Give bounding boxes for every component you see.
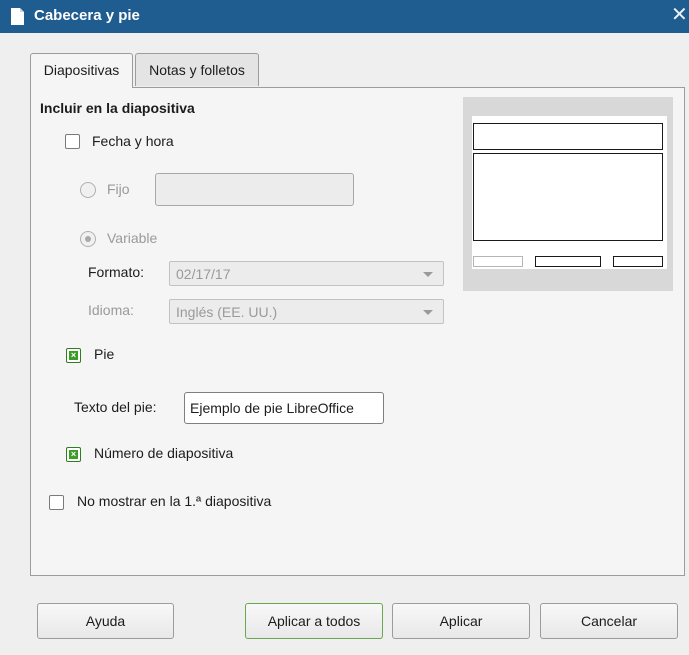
tab-notas-y-folletos[interactable]: Notas y folletos xyxy=(135,53,259,86)
format-value: 02/17/17 xyxy=(176,266,231,282)
close-icon[interactable]: ✕ xyxy=(671,4,688,26)
cancel-button[interactable]: Cancelar xyxy=(540,603,678,639)
tab-diapositivas[interactable]: Diapositivas xyxy=(30,53,133,88)
date-time-label: Fecha y hora xyxy=(92,133,174,149)
footer-text-label: Texto del pie: xyxy=(74,399,157,415)
language-label: Idioma: xyxy=(88,302,134,318)
variable-radio[interactable] xyxy=(80,231,96,247)
window-title: Cabecera y pie xyxy=(34,7,140,24)
slide-number-label: Número de diapositiva xyxy=(94,445,234,461)
language-select[interactable]: Inglés (EE. UU.) xyxy=(169,299,444,324)
chevron-down-icon xyxy=(423,272,433,277)
fixed-label: Fijo xyxy=(107,181,130,197)
preview-footer-area xyxy=(535,256,601,267)
format-label: Formato: xyxy=(88,264,145,280)
preview-slide xyxy=(472,116,667,269)
title-bar: Cabecera y pie ✕ xyxy=(0,0,689,33)
slide-preview xyxy=(463,97,673,291)
footer-text-input[interactable]: Ejemplo de pie LibreOffice xyxy=(184,392,384,424)
variable-label: Variable xyxy=(107,230,158,246)
fixed-radio[interactable] xyxy=(80,182,96,198)
preview-number-area xyxy=(613,256,663,267)
footer-checkbox[interactable]: × xyxy=(66,348,81,363)
fixed-date-input[interactable] xyxy=(155,173,354,206)
preview-title-area xyxy=(473,123,663,150)
format-select[interactable]: 02/17/17 xyxy=(169,261,444,286)
preview-content-area xyxy=(473,153,663,241)
slide-number-checkbox[interactable]: × xyxy=(66,447,81,462)
chevron-down-icon xyxy=(423,310,433,315)
apply-button[interactable]: Aplicar xyxy=(392,603,530,639)
date-time-checkbox[interactable] xyxy=(65,134,80,149)
hide-first-slide-checkbox[interactable] xyxy=(49,495,64,510)
hide-first-slide-label: No mostrar en la 1.ª diapositiva xyxy=(77,493,272,509)
checkmark-icon: × xyxy=(69,449,78,459)
apply-all-button[interactable]: Aplicar a todos xyxy=(245,603,383,639)
footer-label: Pie xyxy=(94,346,115,362)
radio-selected-dot xyxy=(85,236,91,242)
document-icon xyxy=(11,8,24,25)
checkmark-icon: × xyxy=(69,350,78,360)
section-heading: Incluir en la diapositiva xyxy=(40,100,195,116)
help-button[interactable]: Ayuda xyxy=(37,603,174,639)
language-value: Inglés (EE. UU.) xyxy=(176,304,278,320)
footer-text-value: Ejemplo de pie LibreOffice xyxy=(190,400,354,416)
preview-date-area xyxy=(473,256,523,267)
